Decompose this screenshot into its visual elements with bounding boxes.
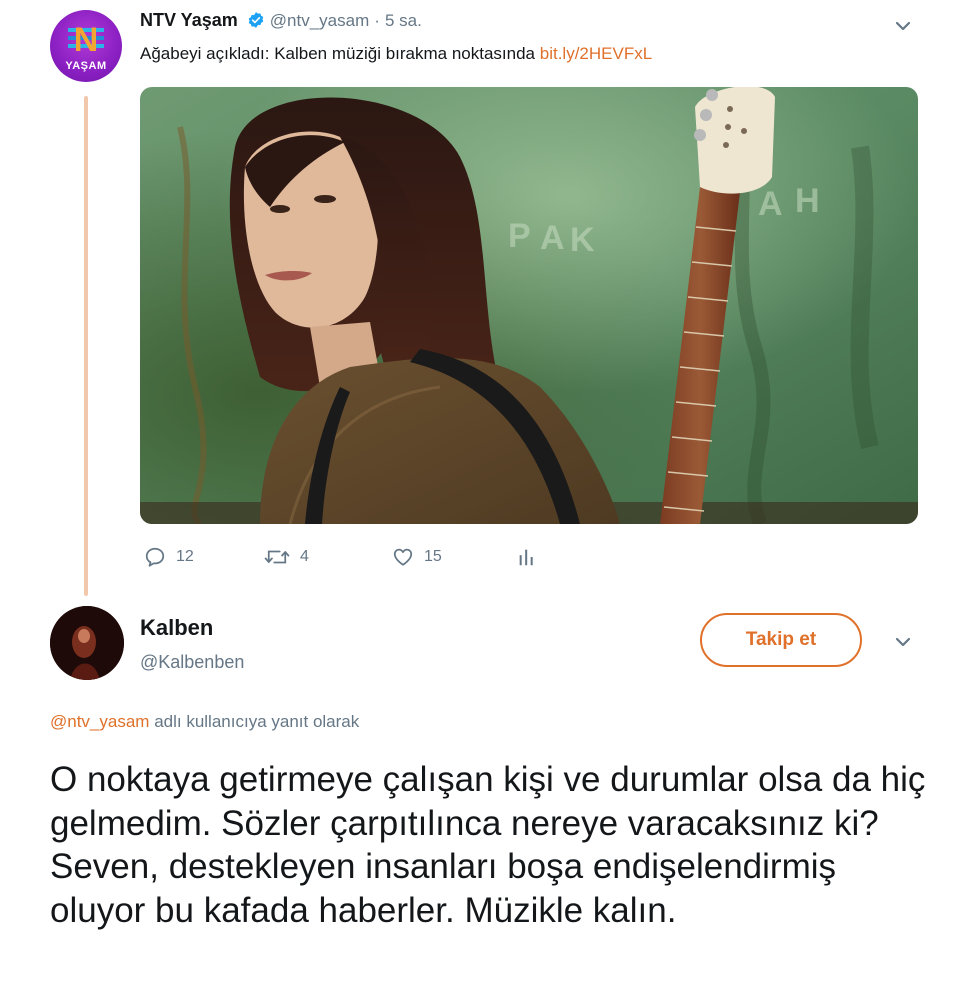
ntv-logo-icon: N [68,21,104,58]
svg-text:P: P [508,217,531,255]
logo-word: YAŞAM [65,60,107,72]
tweet-text: Ağabeyi açıkladı: Kalben müziği bırakma … [140,44,652,64]
display-name[interactable]: NTV Yaşam [140,10,238,30]
ntv-avatar[interactable]: N YAŞAM [50,10,122,82]
like-icon [393,548,413,566]
thread-line [84,96,88,596]
reply-text: O noktaya getirmeye çalışan kişi ve duru… [50,760,926,930]
logo-letter: N [74,21,99,58]
tweet-text-body: Ağabeyi açıkladı: Kalben müziği bırakma … [140,44,540,63]
handle[interactable]: @ntv_yasam [270,11,369,30]
analytics-action[interactable] [516,546,538,568]
chevron-down-icon[interactable] [893,16,913,36]
follow-button[interactable]: Takip et [700,613,862,667]
like-action[interactable]: 15 [392,546,442,568]
reply-icon [145,547,165,567]
analytics-icon [519,549,533,566]
separator: · [374,11,380,30]
retweet-icon [264,550,290,564]
chevron-down-icon[interactable] [893,632,913,652]
verified-badge-icon [248,12,264,28]
kalben-handle[interactable]: @Kalbenben [140,652,244,673]
like-count: 15 [424,548,442,565]
kalben-display-name[interactable]: Kalben [140,615,213,641]
tweet-header: NTV Yaşam @ntv_yasam · 5 sa. [140,10,422,31]
kalben-avatar[interactable] [50,606,124,680]
svg-text:H: H [795,182,820,220]
reply-mention[interactable]: @ntv_yasam [50,712,149,731]
svg-text:A: A [540,219,565,257]
reply-action[interactable]: 12 [144,546,194,568]
reply-context-text: adlı kullanıcıya yanıt olarak [149,712,360,731]
svg-text:K: K [570,221,595,259]
svg-text:A: A [758,185,783,223]
reply-count: 12 [176,548,194,565]
tweet-link[interactable]: bit.ly/2HEVFxL [540,44,652,63]
tweet-photo[interactable]: PAK AH [140,87,918,524]
tweet-actions: 12 4 15 [140,546,640,576]
photo-illustration: PAK AH [140,87,918,524]
timestamp[interactable]: 5 sa. [385,11,422,30]
reply-context: @ntv_yasam adlı kullanıcıya yanıt olarak [50,712,359,732]
kalben-avatar-image [50,606,124,680]
retweet-count: 4 [300,548,309,565]
retweet-action[interactable]: 4 [264,546,309,568]
